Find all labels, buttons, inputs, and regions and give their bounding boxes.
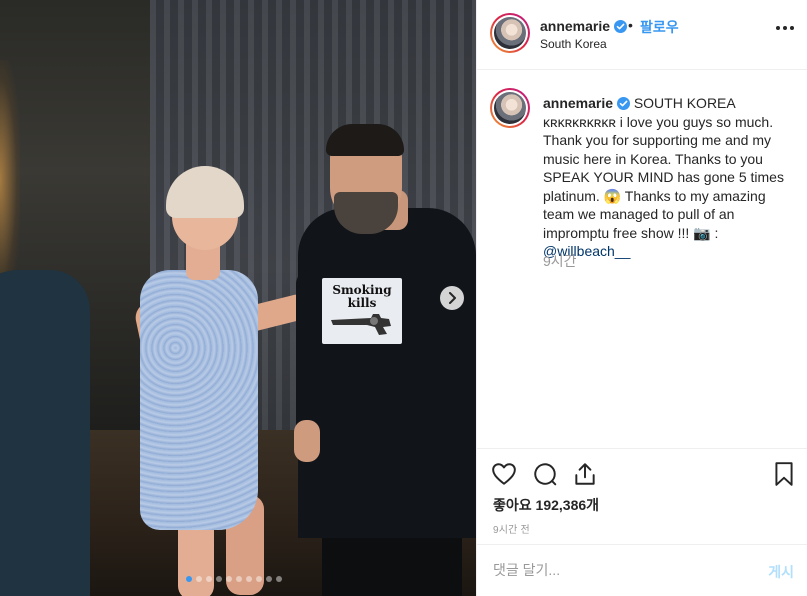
caption-body: SOUTH KOREA ᴋʀᴋʀᴋʀᴋʀᴋʀ i love you guys s…	[543, 95, 784, 241]
carousel-dot	[266, 576, 272, 582]
likes-number: 192,386개	[535, 497, 600, 513]
comment-icon[interactable]	[532, 461, 558, 487]
author-name[interactable]: annemarie	[540, 18, 627, 34]
comment-bar: 게시	[477, 544, 807, 596]
likes-label: 좋아요	[493, 497, 532, 513]
carousel-dot	[216, 576, 222, 582]
shirt-text-line2: kills	[347, 296, 377, 310]
post-location[interactable]: South Korea	[540, 37, 607, 51]
man-hand	[294, 420, 320, 462]
verified-badge-icon	[613, 20, 627, 33]
caption-verified-badge-icon	[616, 97, 630, 110]
carousel-dot	[246, 576, 252, 582]
carousel-dot	[206, 576, 212, 582]
person-left-edge	[0, 270, 90, 596]
carousel-dot	[226, 576, 232, 582]
carousel-dot	[196, 576, 202, 582]
post-timestamp: 9시간 전	[493, 525, 530, 536]
caption-avatar[interactable]	[490, 88, 530, 128]
follow-button[interactable]: 팔로우	[640, 17, 679, 37]
caption-avatar-image	[494, 92, 526, 124]
share-icon[interactable]	[572, 461, 598, 487]
post-header: annemarie • 팔로우 South Korea	[477, 0, 807, 70]
caption-username[interactable]: annemarie	[543, 95, 613, 111]
author-username[interactable]: annemarie	[540, 18, 610, 34]
woman-dress	[140, 270, 258, 530]
carousel-dot	[186, 576, 192, 582]
post-comment-button[interactable]: 게시	[768, 562, 794, 582]
avatar-image	[494, 17, 526, 49]
man-hair	[326, 124, 404, 156]
comment-input[interactable]	[493, 559, 743, 581]
caption-timestamp: 9시간	[543, 253, 577, 269]
bookmark-icon[interactable]	[771, 461, 797, 487]
lamp-light	[0, 60, 20, 300]
revolver-icon	[331, 314, 391, 335]
carousel-dot	[276, 576, 282, 582]
post-photo[interactable]: Smoking kills	[0, 0, 476, 596]
caption-area: annemarie SOUTH KOREA ᴋʀᴋʀᴋʀᴋʀᴋʀ i love …	[477, 70, 807, 448]
shirt-print: Smoking kills	[322, 278, 402, 344]
likes-count[interactable]: 좋아요 192,386개	[493, 495, 599, 515]
carousel-dot	[236, 576, 242, 582]
carousel-next-button[interactable]	[440, 286, 464, 310]
separator-dot: •	[628, 17, 633, 33]
caption-text: annemarie SOUTH KOREA ᴋʀᴋʀᴋʀᴋʀᴋʀ i love …	[543, 94, 793, 261]
more-options-icon[interactable]	[776, 26, 794, 30]
carousel-indicator	[186, 576, 282, 582]
post-details-panel: annemarie • 팔로우 South Korea annemarie SO…	[476, 0, 807, 596]
carousel-dot	[256, 576, 262, 582]
chevron-right-icon	[449, 292, 456, 304]
avatar[interactable]	[490, 13, 530, 53]
heart-icon[interactable]	[491, 461, 517, 487]
action-bar: 좋아요 192,386개 9시간 전	[477, 448, 807, 544]
